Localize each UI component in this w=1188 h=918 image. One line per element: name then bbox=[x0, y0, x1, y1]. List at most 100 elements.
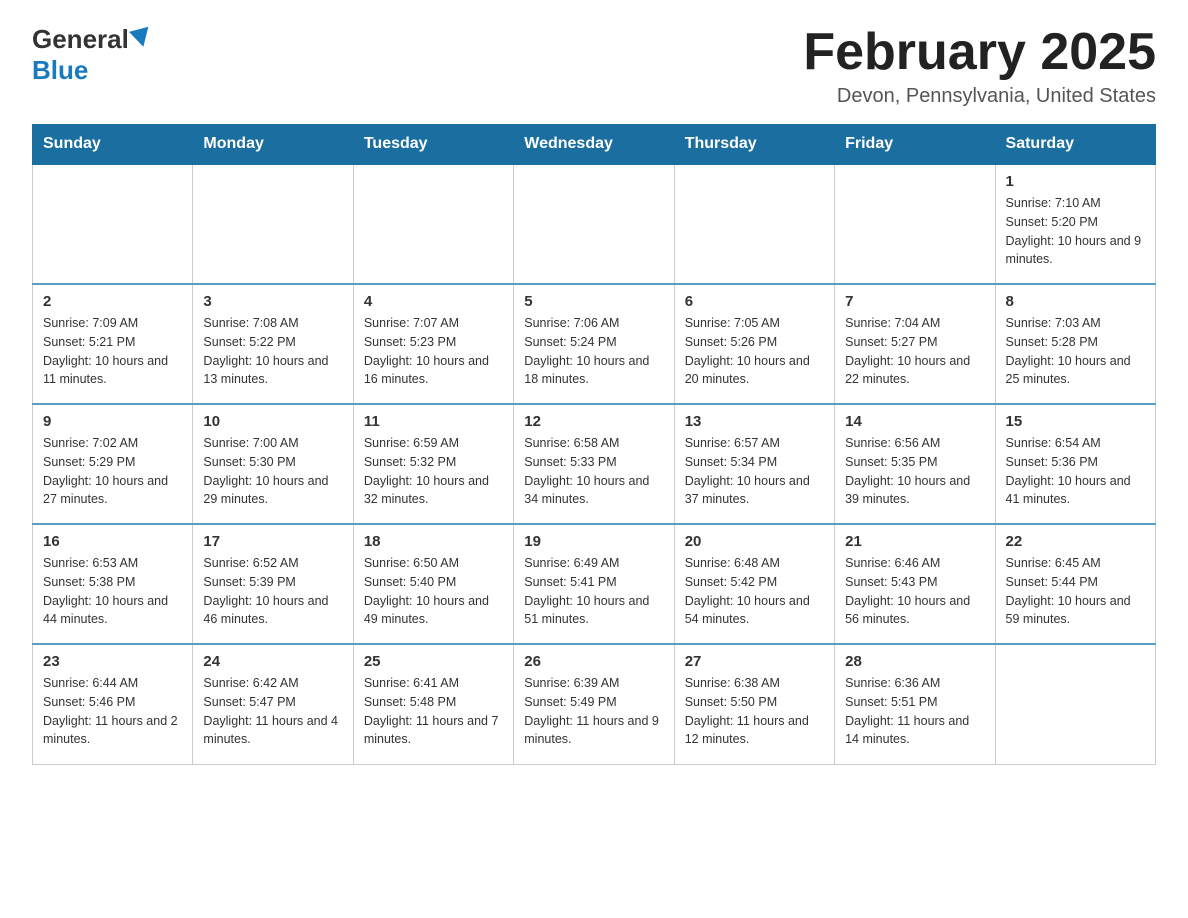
day-info: Sunrise: 6:52 AMSunset: 5:39 PMDaylight:… bbox=[203, 554, 342, 629]
day-number: 27 bbox=[685, 653, 824, 670]
calendar-day-cell: 26 Sunrise: 6:39 AMSunset: 5:49 PMDayligh… bbox=[514, 644, 674, 764]
calendar-week-row: 2 Sunrise: 7:09 AMSunset: 5:21 PMDaylight… bbox=[33, 284, 1156, 404]
calendar-day-cell: 5 Sunrise: 7:06 AMSunset: 5:24 PMDaylight… bbox=[514, 284, 674, 404]
page-header: General Blue February 2025 Devon, Pennsy… bbox=[32, 24, 1156, 108]
calendar-day-cell bbox=[33, 164, 193, 284]
calendar-day-cell: 6 Sunrise: 7:05 AMSunset: 5:26 PMDaylight… bbox=[674, 284, 834, 404]
logo-triangle-icon bbox=[129, 26, 153, 49]
calendar-day-cell: 19 Sunrise: 6:49 AMSunset: 5:41 PMDayligh… bbox=[514, 524, 674, 644]
location-text: Devon, Pennsylvania, United States bbox=[803, 85, 1156, 108]
day-info: Sunrise: 7:10 AMSunset: 5:20 PMDaylight:… bbox=[1006, 194, 1145, 269]
day-info: Sunrise: 6:59 AMSunset: 5:32 PMDaylight:… bbox=[364, 434, 503, 509]
weekday-header-row: SundayMondayTuesdayWednesdayThursdayFrid… bbox=[33, 125, 1156, 165]
calendar-day-cell: 4 Sunrise: 7:07 AMSunset: 5:23 PMDaylight… bbox=[353, 284, 513, 404]
calendar-day-cell: 1 Sunrise: 7:10 AMSunset: 5:20 PMDaylight… bbox=[995, 164, 1155, 284]
day-info: Sunrise: 7:08 AMSunset: 5:22 PMDaylight:… bbox=[203, 314, 342, 389]
day-info: Sunrise: 6:53 AMSunset: 5:38 PMDaylight:… bbox=[43, 554, 182, 629]
day-number: 12 bbox=[524, 413, 663, 430]
day-info: Sunrise: 6:56 AMSunset: 5:35 PMDaylight:… bbox=[845, 434, 984, 509]
day-info: Sunrise: 6:57 AMSunset: 5:34 PMDaylight:… bbox=[685, 434, 824, 509]
day-info: Sunrise: 6:54 AMSunset: 5:36 PMDaylight:… bbox=[1006, 434, 1145, 509]
day-number: 11 bbox=[364, 413, 503, 430]
calendar-day-cell bbox=[514, 164, 674, 284]
calendar-table: SundayMondayTuesdayWednesdayThursdayFrid… bbox=[32, 124, 1156, 765]
calendar-day-cell: 15Sunrise: 6:54 AMSunset: 5:36 PMDayligh… bbox=[995, 404, 1155, 524]
calendar-day-cell: 27 Sunrise: 6:38 AMSunset: 5:50 PMDayligh… bbox=[674, 644, 834, 764]
calendar-day-cell: 8 Sunrise: 7:03 AMSunset: 5:28 PMDaylight… bbox=[995, 284, 1155, 404]
calendar-week-row: 9Sunrise: 7:02 AMSunset: 5:29 PMDaylight… bbox=[33, 404, 1156, 524]
calendar-day-cell: 22 Sunrise: 6:45 AMSunset: 5:44 PMDayligh… bbox=[995, 524, 1155, 644]
logo-blue-text: Blue bbox=[32, 55, 88, 85]
day-info: Sunrise: 6:36 AMSunset: 5:51 PMDaylight:… bbox=[845, 674, 984, 749]
day-info: Sunrise: 6:58 AMSunset: 5:33 PMDaylight:… bbox=[524, 434, 663, 509]
day-number: 18 bbox=[364, 533, 503, 550]
day-info: Sunrise: 7:00 AMSunset: 5:30 PMDaylight:… bbox=[203, 434, 342, 509]
calendar-week-row: 16 Sunrise: 6:53 AMSunset: 5:38 PMDayligh… bbox=[33, 524, 1156, 644]
title-block: February 2025 Devon, Pennsylvania, Unite… bbox=[803, 24, 1156, 108]
calendar-day-cell: 25Sunrise: 6:41 AMSunset: 5:48 PMDayligh… bbox=[353, 644, 513, 764]
day-info: Sunrise: 7:04 AMSunset: 5:27 PMDaylight:… bbox=[845, 314, 984, 389]
calendar-day-cell: 23 Sunrise: 6:44 AMSunset: 5:46 PMDayligh… bbox=[33, 644, 193, 764]
day-number: 13 bbox=[685, 413, 824, 430]
day-info: Sunrise: 7:05 AMSunset: 5:26 PMDaylight:… bbox=[685, 314, 824, 389]
day-number: 23 bbox=[43, 653, 182, 670]
day-number: 10 bbox=[203, 413, 342, 430]
day-number: 17 bbox=[203, 533, 342, 550]
calendar-day-cell: 2 Sunrise: 7:09 AMSunset: 5:21 PMDaylight… bbox=[33, 284, 193, 404]
day-number: 2 bbox=[43, 293, 182, 310]
day-info: Sunrise: 6:44 AMSunset: 5:46 PMDaylight:… bbox=[43, 674, 182, 749]
day-info: Sunrise: 7:09 AMSunset: 5:21 PMDaylight:… bbox=[43, 314, 182, 389]
calendar-week-row: 23 Sunrise: 6:44 AMSunset: 5:46 PMDayligh… bbox=[33, 644, 1156, 764]
day-info: Sunrise: 6:48 AMSunset: 5:42 PMDaylight:… bbox=[685, 554, 824, 629]
day-info: Sunrise: 7:03 AMSunset: 5:28 PMDaylight:… bbox=[1006, 314, 1145, 389]
calendar-day-cell: 28 Sunrise: 6:36 AMSunset: 5:51 PMDayligh… bbox=[835, 644, 995, 764]
calendar-day-cell bbox=[995, 644, 1155, 764]
calendar-day-cell: 3Sunrise: 7:08 AMSunset: 5:22 PMDaylight… bbox=[193, 284, 353, 404]
day-info: Sunrise: 6:45 AMSunset: 5:44 PMDaylight:… bbox=[1006, 554, 1145, 629]
calendar-day-cell bbox=[353, 164, 513, 284]
day-number: 20 bbox=[685, 533, 824, 550]
day-number: 28 bbox=[845, 653, 984, 670]
logo: General Blue bbox=[32, 24, 151, 86]
calendar-day-cell: 12 Sunrise: 6:58 AMSunset: 5:33 PMDayligh… bbox=[514, 404, 674, 524]
day-number: 24 bbox=[203, 653, 342, 670]
day-info: Sunrise: 7:06 AMSunset: 5:24 PMDaylight:… bbox=[524, 314, 663, 389]
calendar-day-cell: 21 Sunrise: 6:46 AMSunset: 5:43 PMDayligh… bbox=[835, 524, 995, 644]
day-number: 5 bbox=[524, 293, 663, 310]
day-info: Sunrise: 6:49 AMSunset: 5:41 PMDaylight:… bbox=[524, 554, 663, 629]
day-number: 14 bbox=[845, 413, 984, 430]
calendar-day-cell: 7Sunrise: 7:04 AMSunset: 5:27 PMDaylight… bbox=[835, 284, 995, 404]
calendar-day-cell: 11 Sunrise: 6:59 AMSunset: 5:32 PMDayligh… bbox=[353, 404, 513, 524]
weekday-header-tuesday: Tuesday bbox=[353, 125, 513, 165]
weekday-header-saturday: Saturday bbox=[995, 125, 1155, 165]
calendar-day-cell: 14 Sunrise: 6:56 AMSunset: 5:35 PMDayligh… bbox=[835, 404, 995, 524]
day-number: 26 bbox=[524, 653, 663, 670]
day-info: Sunrise: 7:07 AMSunset: 5:23 PMDaylight:… bbox=[364, 314, 503, 389]
calendar-day-cell bbox=[835, 164, 995, 284]
day-info: Sunrise: 6:46 AMSunset: 5:43 PMDaylight:… bbox=[845, 554, 984, 629]
calendar-day-cell: 9Sunrise: 7:02 AMSunset: 5:29 PMDaylight… bbox=[33, 404, 193, 524]
weekday-header-sunday: Sunday bbox=[33, 125, 193, 165]
calendar-day-cell: 24 Sunrise: 6:42 AMSunset: 5:47 PMDayligh… bbox=[193, 644, 353, 764]
weekday-header-monday: Monday bbox=[193, 125, 353, 165]
calendar-day-cell: 10 Sunrise: 7:00 AMSunset: 5:30 PMDayligh… bbox=[193, 404, 353, 524]
day-number: 22 bbox=[1006, 533, 1145, 550]
calendar-day-cell: 18Sunrise: 6:50 AMSunset: 5:40 PMDayligh… bbox=[353, 524, 513, 644]
weekday-header-friday: Friday bbox=[835, 125, 995, 165]
day-number: 6 bbox=[685, 293, 824, 310]
day-number: 21 bbox=[845, 533, 984, 550]
day-number: 4 bbox=[364, 293, 503, 310]
day-number: 8 bbox=[1006, 293, 1145, 310]
day-number: 19 bbox=[524, 533, 663, 550]
calendar-week-row: 1 Sunrise: 7:10 AMSunset: 5:20 PMDaylight… bbox=[33, 164, 1156, 284]
day-number: 16 bbox=[43, 533, 182, 550]
day-info: Sunrise: 6:41 AMSunset: 5:48 PMDaylight:… bbox=[364, 674, 503, 749]
day-info: Sunrise: 6:42 AMSunset: 5:47 PMDaylight:… bbox=[203, 674, 342, 749]
calendar-day-cell bbox=[674, 164, 834, 284]
day-info: Sunrise: 6:39 AMSunset: 5:49 PMDaylight:… bbox=[524, 674, 663, 749]
calendar-day-cell: 20 Sunrise: 6:48 AMSunset: 5:42 PMDayligh… bbox=[674, 524, 834, 644]
day-number: 1 bbox=[1006, 173, 1145, 190]
day-info: Sunrise: 6:38 AMSunset: 5:50 PMDaylight:… bbox=[685, 674, 824, 749]
calendar-day-cell: 16 Sunrise: 6:53 AMSunset: 5:38 PMDayligh… bbox=[33, 524, 193, 644]
calendar-day-cell bbox=[193, 164, 353, 284]
